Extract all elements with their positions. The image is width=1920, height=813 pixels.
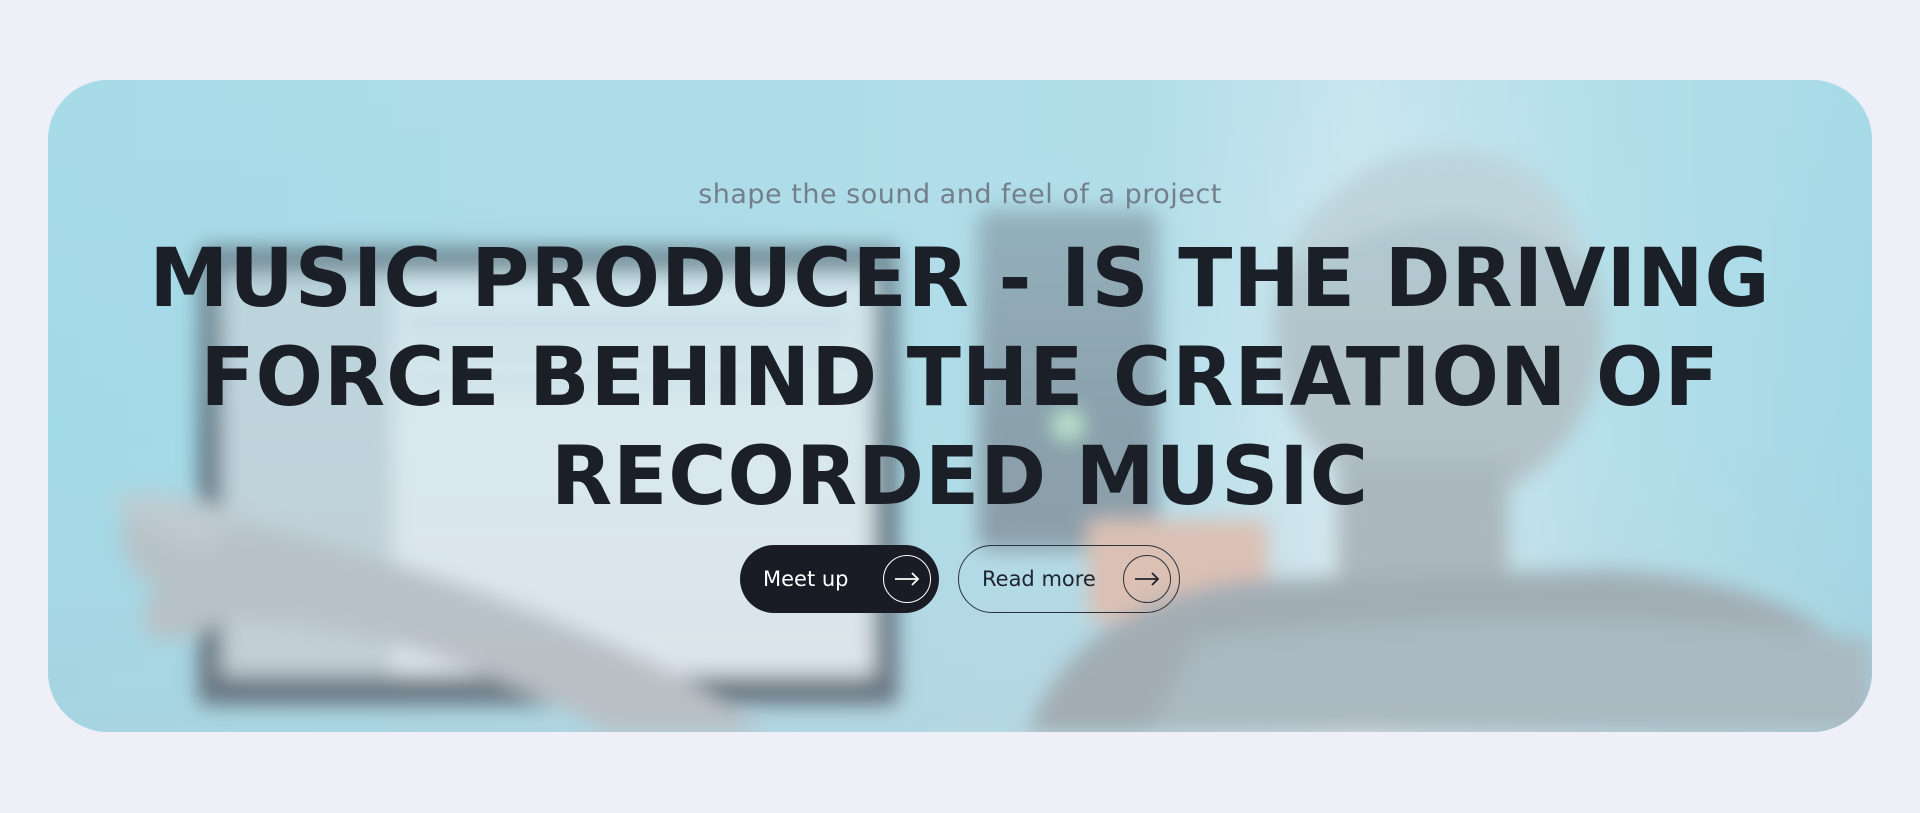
hero-tagline: shape the sound and feel of a project (698, 179, 1222, 210)
hero-headline: MUSIC PRODUCER - IS THE DRIVING FORCE BE… (149, 232, 1771, 524)
meet-up-label: Meet up (763, 567, 849, 591)
arrow-right-icon (1123, 555, 1171, 603)
hero-content: shape the sound and feel of a project MU… (48, 80, 1872, 732)
read-more-label: Read more (982, 567, 1096, 591)
hero-buttons: Meet up Read more (740, 545, 1180, 613)
arrow-right-icon (883, 555, 931, 603)
read-more-button[interactable]: Read more (958, 545, 1180, 613)
meet-up-button[interactable]: Meet up (740, 545, 939, 613)
hero-banner: shape the sound and feel of a project MU… (48, 80, 1872, 732)
